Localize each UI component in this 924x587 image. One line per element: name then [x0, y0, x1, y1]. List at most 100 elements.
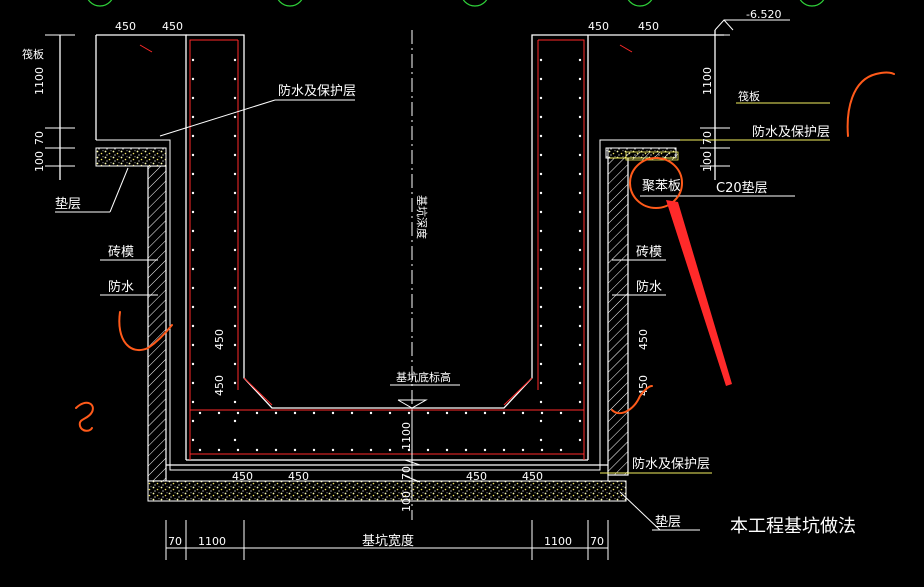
rebar-dot — [191, 381, 195, 385]
rebar-dot — [483, 411, 487, 415]
rebar-dot — [464, 448, 468, 452]
rebar-dot — [559, 411, 563, 415]
rebar-dot — [233, 191, 237, 195]
rebar-dot — [502, 448, 506, 452]
rebar-dot — [578, 381, 582, 385]
rebar-dot — [426, 448, 430, 452]
waterproof-protect-label-bottom: 防水及保护层 — [632, 456, 710, 472]
rebar-dot — [312, 448, 316, 452]
rebar-dot — [233, 153, 237, 157]
rebar-dot — [233, 115, 237, 119]
rebar-dot — [578, 305, 582, 309]
rebar-dot — [255, 448, 259, 452]
rebar-dot — [578, 286, 582, 290]
scribble-annotation — [75, 401, 94, 432]
rebar-dot — [198, 448, 202, 452]
rebar-dot — [217, 411, 221, 415]
rebar-dot — [191, 419, 195, 423]
rebar-dot — [539, 134, 543, 138]
rebar-dot — [191, 400, 195, 404]
rebar-dot — [539, 286, 543, 290]
rebar-dot — [233, 248, 237, 252]
rebar-dot — [559, 448, 563, 452]
rebar-dot — [578, 191, 582, 195]
rebar-dot — [233, 58, 237, 62]
rebar-dot — [233, 438, 237, 442]
rebar-dot — [539, 305, 543, 309]
rebar-dot — [191, 362, 195, 366]
rebar-dot — [236, 411, 240, 415]
rebar-dot — [233, 419, 237, 423]
rebar-dot — [578, 77, 582, 81]
rebar-dot — [191, 229, 195, 233]
rebar-dot — [539, 381, 543, 385]
rebar-dot — [521, 411, 525, 415]
rebar-dot — [191, 58, 195, 62]
rebar-dot — [274, 448, 278, 452]
rebar-dot — [191, 210, 195, 214]
dim-left-1100: 1100 — [33, 67, 46, 95]
cad-drawing: -6.520 450 450 450 450 1100 70 100 1100 … — [22, 0, 895, 560]
rebar-dot — [293, 411, 297, 415]
rebar-dot — [369, 411, 373, 415]
dim-center-70: 70 — [400, 466, 413, 480]
rebar-dot — [539, 248, 543, 252]
rebar-dot — [331, 411, 335, 415]
rebar-dot — [233, 172, 237, 176]
rebar-dot — [578, 362, 582, 366]
rebar-dot — [233, 400, 237, 404]
rebar-dot — [191, 134, 195, 138]
rebar-dot — [539, 96, 543, 100]
rebar-dot — [539, 343, 543, 347]
rebar-dot — [539, 191, 543, 195]
rebar-dot — [255, 411, 259, 415]
elevation-marker — [390, 19, 790, 409]
rebar-dot — [578, 134, 582, 138]
rebar-dot — [539, 77, 543, 81]
rebar-dot — [483, 448, 487, 452]
rebar-dot — [539, 153, 543, 157]
left-brick-wall — [147, 165, 167, 482]
c20-cushion-label: C20垫层 — [716, 180, 768, 196]
floor-slab-label-left: 筏板 — [22, 47, 44, 61]
rebar-dot — [578, 58, 582, 62]
rebar-dot — [540, 411, 544, 415]
rebar-dot — [539, 419, 543, 423]
rebar-dots — [191, 58, 582, 452]
left-top-cushion — [95, 147, 167, 167]
rebar-dot — [191, 96, 195, 100]
cushion-label-left: 垫层 — [55, 196, 81, 212]
rebar-dot — [233, 381, 237, 385]
brick-mold-label-right: 砖模 — [636, 245, 662, 260]
right-brick-wall — [607, 156, 629, 476]
rebar-lines — [139, 39, 633, 460]
cushion-label-bottom: 垫层 — [655, 514, 681, 530]
rebar-dot — [502, 411, 506, 415]
waterproof-label-right: 防水 — [636, 279, 662, 295]
rebar-dot — [578, 438, 582, 442]
rebar-dot — [191, 77, 195, 81]
rebar-dot — [578, 172, 582, 176]
polystyrene-label: 聚苯板 — [642, 179, 681, 194]
dim-inner-450-right-1: 450 — [637, 329, 650, 350]
rebar-dot — [578, 400, 582, 404]
curve-annotation-topright — [846, 71, 895, 137]
rebar-dot — [578, 324, 582, 328]
rebar-dot — [233, 210, 237, 214]
rebar-dot — [578, 115, 582, 119]
rebar-dot — [350, 411, 354, 415]
foundation-depth-label: 基坑深度 — [415, 195, 429, 239]
rebar-dot — [233, 134, 237, 138]
dim-top-left-2: 450 — [162, 20, 183, 33]
rebar-dot — [426, 411, 430, 415]
rebar-dot — [233, 77, 237, 81]
waterproof-lines — [96, 139, 680, 482]
dim-bottom-450-2: 450 — [288, 470, 309, 483]
rebar-dot — [191, 305, 195, 309]
dim-left-70: 70 — [33, 131, 46, 145]
rebar-dot — [331, 448, 335, 452]
dim-top-left-1: 450 — [115, 20, 136, 33]
dim-top-right-2: 450 — [638, 20, 659, 33]
waterproof-protect-label-top: 防水及保护层 — [278, 83, 356, 99]
elevation-label: -6.520 — [746, 8, 781, 21]
